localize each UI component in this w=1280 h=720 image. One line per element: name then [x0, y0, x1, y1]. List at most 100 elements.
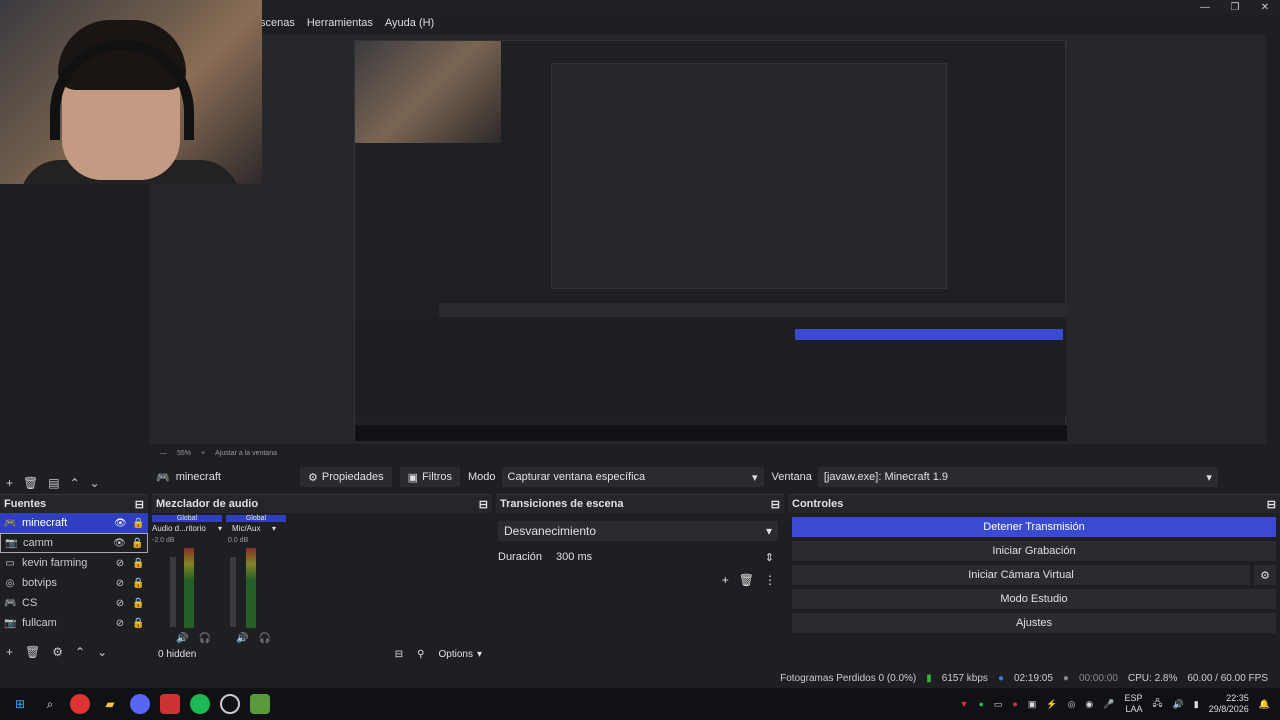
trash-icon[interactable]: 🗑: [25, 645, 40, 659]
mode-label: Modo: [468, 471, 496, 483]
spotify-tray-icon[interactable]: ●: [978, 699, 983, 709]
spotify-icon[interactable]: [190, 694, 210, 714]
headphones-icon[interactable]: 🎧: [258, 633, 270, 644]
mic-icon[interactable]: 🎤: [1103, 699, 1114, 710]
display-icon[interactable]: ▣: [1028, 699, 1037, 710]
controls-panel: Controles ⊟ Detener Transmisión Iniciar …: [788, 494, 1280, 666]
source-item[interactable]: ▭ kevin farming ⊘ 🔒: [0, 553, 148, 573]
start-record-button[interactable]: Iniciar Grabación: [792, 541, 1276, 561]
stop-stream-button[interactable]: Detener Transmisión: [792, 517, 1276, 537]
search-icon[interactable]: ⌕: [40, 694, 60, 714]
close-icon[interactable]: ✕: [1250, 0, 1280, 14]
network-icon[interactable]: 🖧: [1153, 696, 1163, 712]
start-virtual-cam-button[interactable]: Iniciar Cámara Virtual: [792, 565, 1250, 585]
eye-off-icon[interactable]: ⊘: [114, 598, 126, 609]
trash-icon[interactable]: 🗑: [739, 573, 754, 587]
down-icon[interactable]: ⌄: [97, 645, 107, 659]
volume-icon[interactable]: 🔊: [1173, 699, 1184, 710]
minimize-icon[interactable]: —: [1190, 0, 1220, 14]
headphones-icon[interactable]: 🎧: [198, 633, 210, 644]
minecraft-icon[interactable]: [250, 694, 270, 714]
link-icon[interactable]: ⚲: [417, 649, 424, 660]
gear-icon[interactable]: ⚙: [1254, 565, 1276, 585]
panel-undock-icon[interactable]: ⊟: [135, 498, 144, 511]
settings-button[interactable]: Ajustes: [792, 613, 1276, 633]
lock-icon[interactable]: 🔒: [131, 538, 143, 549]
menu-help[interactable]: Ayuda (H): [385, 17, 434, 29]
folder-icon[interactable]: ▰: [100, 694, 120, 714]
add-icon[interactable]: +: [722, 573, 729, 587]
chevron-down-icon[interactable]: ▾: [272, 524, 276, 533]
language-indicator[interactable]: ESP LAA: [1125, 693, 1143, 715]
chevron-down-icon[interactable]: ▾: [218, 524, 226, 533]
layout-icon[interactable]: ⊟: [395, 649, 403, 660]
lock-icon[interactable]: 🔒: [132, 618, 144, 629]
chrome-icon[interactable]: [70, 694, 90, 714]
discord-tray-icon[interactable]: ◉: [1085, 699, 1093, 710]
speaker-icon[interactable]: 🔊: [176, 633, 188, 644]
panel-undock-icon[interactable]: ⊟: [479, 498, 488, 511]
source-name: minecraft: [175, 471, 221, 483]
zoom-in-icon[interactable]: +: [201, 450, 205, 457]
fit-label[interactable]: Ajustar a la ventana: [215, 450, 277, 457]
obs-tray-icon[interactable]: ◎: [1068, 699, 1076, 710]
stepper-icon[interactable]: ⇕: [765, 551, 774, 564]
lock-icon[interactable]: 🔒: [132, 558, 144, 569]
filters-button[interactable]: ▣ Filtros: [399, 467, 461, 487]
studio-mode-button[interactable]: Modo Estudio: [792, 589, 1276, 609]
arrow-icon[interactable]: ▼: [960, 699, 969, 709]
trash-icon[interactable]: 🗑: [23, 476, 38, 490]
properties-button[interactable]: ⚙ Propiedades: [300, 467, 392, 487]
lock-icon[interactable]: 🔒: [132, 598, 144, 609]
source-item[interactable]: ◎ botvips ⊘ 🔒: [0, 573, 148, 593]
mode-select[interactable]: Capturar ventana específica ▾: [501, 467, 764, 487]
duration-label: Duración: [498, 551, 543, 563]
menu-scenes[interactable]: scenas: [260, 17, 295, 29]
eye-icon[interactable]: 👁: [114, 518, 127, 529]
sources-panel: Fuentes ⊟ 🎮 minecraft 👁 🔒 📷 camm 👁 🔒 ▭ k…: [0, 494, 148, 666]
gear-icon[interactable]: ⚙: [52, 645, 63, 659]
source-item[interactable]: 🎮 minecraft 👁 🔒: [0, 513, 148, 533]
battery-tray-icon[interactable]: ▮: [1194, 699, 1199, 710]
duration-input[interactable]: 300 ms ⇕: [550, 547, 780, 567]
down-icon[interactable]: ⌄: [90, 476, 100, 490]
battery-icon[interactable]: ▭: [994, 699, 1003, 710]
lock-icon[interactable]: 🔒: [132, 578, 144, 589]
eye-off-icon[interactable]: ⊘: [114, 618, 126, 629]
up-icon[interactable]: ⌃: [70, 476, 80, 490]
clock[interactable]: 22:35 29/8/2026: [1209, 693, 1249, 715]
add-icon[interactable]: +: [6, 476, 13, 490]
lock-icon[interactable]: 🔒: [132, 518, 144, 529]
add-icon[interactable]: +: [6, 645, 13, 659]
notification-icon[interactable]: 🔔: [1259, 699, 1270, 710]
up-icon[interactable]: ⌃: [75, 645, 85, 659]
source-item[interactable]: 🎮 CS ⊘ 🔒: [0, 593, 148, 613]
record-tray-icon[interactable]: ●: [1012, 699, 1017, 709]
source-item[interactable]: 📷 fullcam ⊘ 🔒: [0, 613, 148, 633]
transitions-panel: Transiciones de escena ⊟ Desvanecimiento…: [496, 494, 784, 666]
panel-undock-icon[interactable]: ⊟: [771, 498, 780, 511]
speaker-icon[interactable]: 🔊: [236, 633, 248, 644]
eye-icon[interactable]: 👁: [113, 538, 126, 549]
filter-icon[interactable]: ▤: [48, 476, 59, 490]
eye-off-icon[interactable]: ⊘: [114, 558, 126, 569]
app-icon[interactable]: [160, 694, 180, 714]
usb-icon[interactable]: ⚡: [1046, 699, 1057, 710]
bitrate: 6157 kbps: [941, 672, 988, 684]
menu-tools[interactable]: Herramientas: [307, 17, 373, 29]
volume-slider[interactable]: [230, 557, 236, 627]
panel-undock-icon[interactable]: ⊟: [1267, 498, 1276, 511]
window-select[interactable]: [javaw.exe]: Minecraft 1.9 ▾: [817, 467, 1218, 487]
windows-start-icon[interactable]: ⊞: [10, 694, 30, 714]
maximize-icon[interactable]: ❐: [1220, 0, 1250, 14]
source-item[interactable]: 📷 camm 👁 🔒: [0, 533, 148, 553]
obs-icon[interactable]: [220, 694, 240, 714]
options-button[interactable]: Options: [439, 649, 473, 660]
more-icon[interactable]: ⋮: [764, 573, 776, 587]
transition-select[interactable]: Desvanecimiento ▾: [498, 521, 778, 541]
eye-off-icon[interactable]: ⊘: [114, 578, 126, 589]
volume-slider[interactable]: [170, 557, 176, 627]
chevron-down-icon: ▾: [752, 471, 758, 484]
discord-icon[interactable]: [130, 694, 150, 714]
zoom-out-icon[interactable]: —: [160, 450, 167, 457]
